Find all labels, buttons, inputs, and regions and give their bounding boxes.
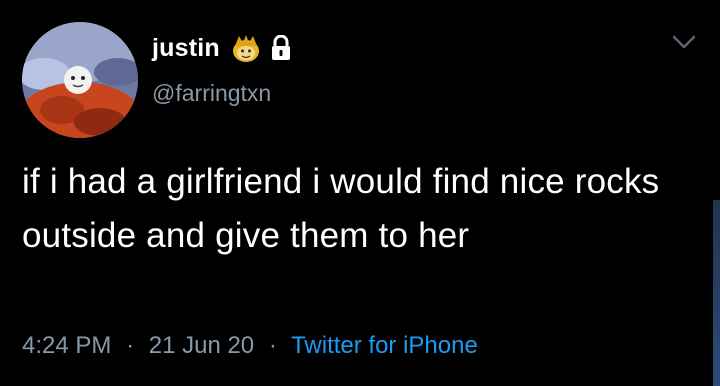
meta-separator: · [268,332,277,359]
tweet-date[interactable]: 21 Jun 20 [149,332,254,359]
meta-separator: · [126,332,135,359]
tweet-card: justin @farringtxn if i had a girlfriend… [0,0,720,386]
tweet-source-link[interactable]: Twitter for iPhone [291,332,478,359]
avatar[interactable] [22,22,138,138]
avatar-image [22,22,138,138]
tweet-time[interactable]: 4:24 PM [22,332,111,359]
lock-icon [270,34,292,61]
lemon-crown-emoji-icon [230,32,262,64]
tweet-text: if i had a girlfriend i would find nice … [22,162,660,255]
handle[interactable]: @farringtxn [152,80,271,107]
name-row: justin [152,28,292,68]
chevron-down-icon[interactable] [670,32,698,52]
edge-strip [713,200,720,386]
tweet-meta: 4:24 PM · 21 Jun 20 · Twitter for iPhone [22,332,478,360]
display-name[interactable]: justin [152,34,220,63]
